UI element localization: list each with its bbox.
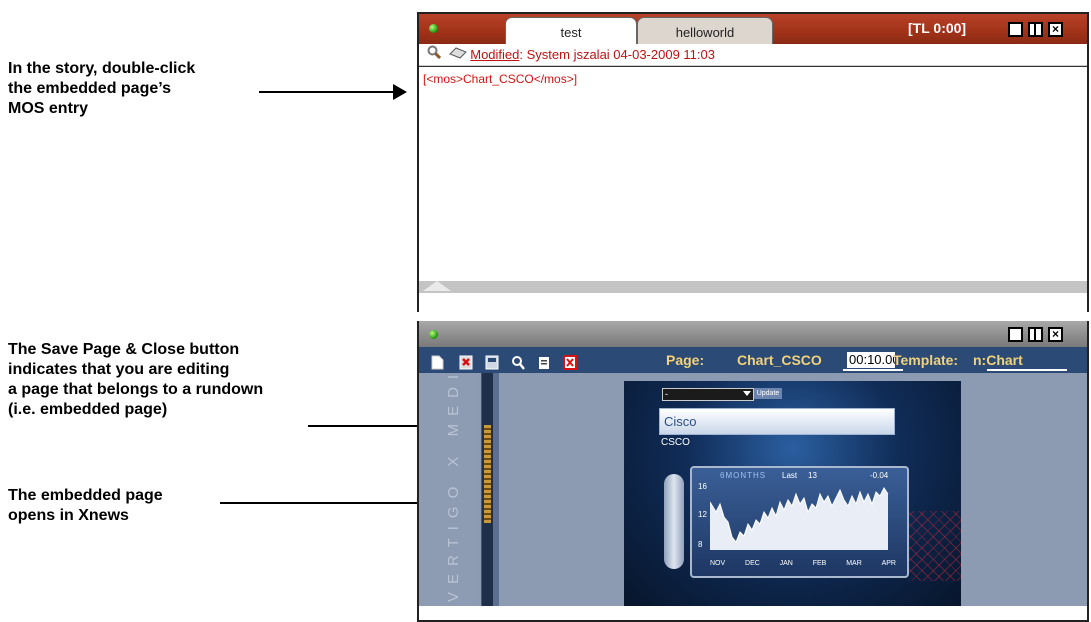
- callout-line: opens in Xnews: [8, 507, 129, 524]
- y-tick: 8: [698, 540, 703, 549]
- x-tick: APR: [881, 560, 896, 567]
- tab-test[interactable]: test: [505, 17, 637, 45]
- close-icon[interactable]: ×: [1048, 22, 1063, 37]
- canvas-gutter: [493, 373, 499, 606]
- tab-helloworld[interactable]: helloworld: [637, 17, 773, 45]
- stock-chart-panel: 6MONTHS Last 13 -0.04 16 12 8 NOV DEC JA…: [690, 466, 909, 578]
- callout-xnews: The embedded page opens in Xnews: [8, 486, 163, 526]
- modified-link[interactable]: Modified: [470, 47, 519, 62]
- x-axis-labels: NOV DEC JAN FEB MAR APR: [710, 560, 896, 567]
- toolbar-underline: [987, 369, 1067, 371]
- page-canvas-area: VERTIGO X MEDIA - Update Cisco CSCO 6MON…: [419, 373, 1087, 606]
- splitter-handle-icon[interactable]: [423, 281, 451, 291]
- minimize-icon[interactable]: [1008, 22, 1023, 37]
- editor-toolbar: Page: Chart_CSCO 00:10.00 Template: n:Ch…: [419, 347, 1087, 373]
- callout-mos-entry: In the story, double-click the embedded …: [8, 59, 195, 119]
- callout-line: The Save Page & Close button: [8, 341, 240, 358]
- search-icon[interactable]: [427, 44, 442, 65]
- callout-line: a page that belongs to a rundown: [8, 381, 264, 398]
- callout-line: (i.e. embedded page): [8, 401, 168, 418]
- callout-line: the embedded page’s: [8, 80, 171, 97]
- tile-icon[interactable]: [1028, 327, 1043, 342]
- story-window: test helloworld [TL 0:00] × Modified: Sy…: [417, 12, 1089, 312]
- arrow-mos: [259, 91, 395, 93]
- x-tick: MAR: [846, 560, 862, 567]
- company-banner: Cisco: [659, 408, 895, 435]
- x-tick: FEB: [812, 560, 827, 567]
- change-value: -0.04: [870, 471, 889, 480]
- modified-line: Modified: System jszalai 04-03-2009 11:0…: [419, 44, 1087, 66]
- ticker-label: CSCO: [661, 437, 690, 448]
- x-tick: NOV: [710, 560, 726, 567]
- clipboard-icon[interactable]: [537, 352, 550, 369]
- scroll-thumb[interactable]: [484, 425, 491, 523]
- red-grid-decoration: [909, 511, 961, 581]
- callout-line: MOS entry: [8, 100, 89, 117]
- y-tick: 12: [698, 510, 707, 519]
- save-page-icon[interactable]: [485, 352, 499, 370]
- save-page-close-icon[interactable]: [459, 352, 473, 370]
- vertical-logo-strip: VERTIGO X MEDIA: [419, 373, 479, 606]
- callout-line: In the story, double-click: [8, 60, 196, 77]
- dropdown-value: -: [665, 389, 668, 399]
- chevron-down-icon: [743, 391, 751, 396]
- tab-label: helloworld: [675, 25, 735, 40]
- delete-page-icon[interactable]: [563, 352, 577, 370]
- callout-save-close: The Save Page & Close button indicates t…: [8, 340, 263, 420]
- timer-display: [TL 0:00]: [908, 20, 967, 36]
- graphic-preview: - Update Cisco CSCO 6MONTHS Last 13 -0.0…: [624, 381, 961, 606]
- story-text-area[interactable]: [<mos>Chart_CSCO</mos>]: [419, 66, 1087, 281]
- side-dial: [664, 474, 684, 569]
- mos-entry[interactable]: [<mos>Chart_CSCO</mos>]: [423, 72, 577, 86]
- period-label: 6MONTHS: [720, 471, 767, 480]
- vertical-logo-text: VERTIGO X MEDIA: [445, 373, 462, 602]
- status-led-icon: [429, 330, 438, 339]
- close-icon[interactable]: ×: [1048, 327, 1063, 342]
- page-editor-window: × Page: Chart_CSCO 00:10.00 Template: n:…: [417, 321, 1089, 622]
- x-tick: DEC: [745, 560, 760, 567]
- page-name: Chart_CSCO: [737, 352, 822, 368]
- y-tick: 16: [698, 482, 707, 491]
- minimize-icon[interactable]: [1008, 327, 1023, 342]
- new-page-icon[interactable]: [431, 352, 444, 370]
- tile-icon[interactable]: [1028, 22, 1043, 37]
- window-splitter[interactable]: [419, 281, 1087, 293]
- company-name: Cisco: [664, 414, 697, 429]
- preview-update-button[interactable]: Update: [754, 388, 782, 399]
- arrow-mos-head: [393, 84, 407, 100]
- page-label: Page:: [666, 352, 705, 368]
- preview-dropdown[interactable]: -: [662, 388, 754, 401]
- modified-info: : System jszalai 04-03-2009 11:03: [519, 47, 715, 62]
- duration-field[interactable]: 00:10.00: [847, 352, 895, 368]
- status-led-icon: [429, 24, 438, 33]
- search-icon[interactable]: [511, 352, 525, 370]
- toolbar-underline: [843, 369, 903, 371]
- last-value: 13: [808, 471, 817, 480]
- x-tick: JAN: [779, 560, 793, 567]
- tab-label: test: [560, 25, 582, 40]
- stock-line-graph: [710, 487, 889, 550]
- callout-line: The embedded page: [8, 487, 163, 504]
- callout-line: indicates that you are editing: [8, 361, 230, 378]
- editor-titlebar: ×: [419, 321, 1087, 347]
- last-label: Last: [782, 471, 798, 480]
- eraser-icon[interactable]: [448, 44, 467, 65]
- story-titlebar: test helloworld [TL 0:00] ×: [419, 14, 1087, 45]
